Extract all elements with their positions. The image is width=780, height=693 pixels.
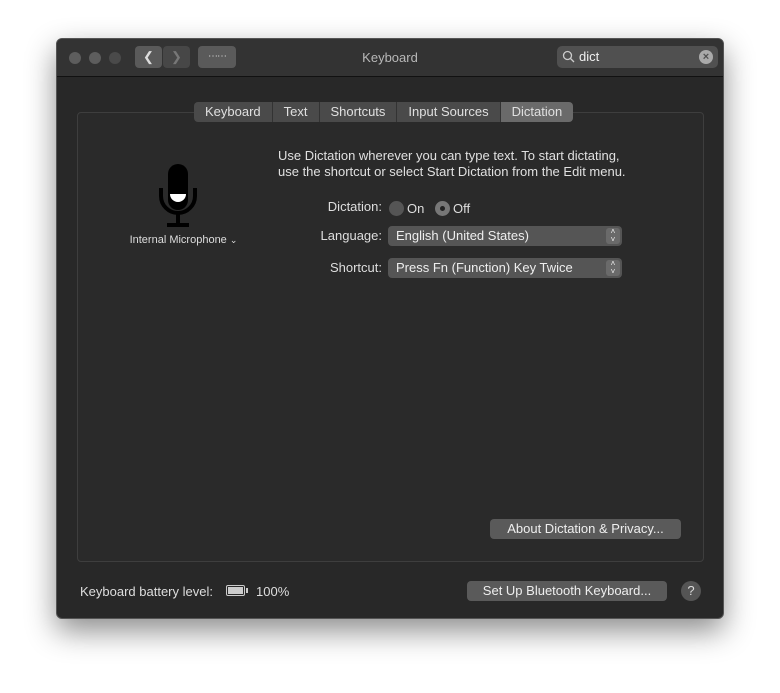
about-dictation-button[interactable]: About Dictation & Privacy... — [490, 519, 681, 539]
language-popup[interactable]: English (United States) ˄ ˅ — [388, 226, 622, 246]
tab-dictation[interactable]: Dictation — [500, 102, 574, 122]
dictation-label: Dictation: — [327, 199, 382, 214]
description-line: Use Dictation wherever you can type text… — [278, 148, 620, 163]
tab-input-sources[interactable]: Input Sources — [397, 102, 501, 122]
tab-bar: Keyboard Text Shortcuts Input Sources Di… — [194, 102, 574, 122]
radio-on[interactable] — [389, 201, 404, 216]
chevron-down-icon: ⌄ — [229, 235, 238, 245]
radio-on-label[interactable]: On — [407, 201, 424, 216]
description-line: use the shortcut or select Start Dictati… — [278, 164, 626, 179]
microphone-icon — [159, 164, 197, 227]
tab-keyboard[interactable]: Keyboard — [194, 102, 273, 122]
tab-shortcuts[interactable]: Shortcuts — [319, 102, 398, 122]
language-value: English (United States) — [396, 228, 529, 243]
battery-value: 100% — [256, 584, 290, 599]
language-label: Language: — [320, 228, 382, 243]
shortcut-popup[interactable]: Press Fn (Function) Key Twice ˄ ˅ — [388, 258, 622, 278]
battery-tip — [246, 588, 248, 593]
tab-text[interactable]: Text — [272, 102, 320, 122]
shortcut-value: Press Fn (Function) Key Twice — [396, 260, 573, 275]
radio-off-label[interactable]: Off — [453, 201, 470, 216]
dictation-description: Use Dictation wherever you can type text… — [278, 148, 626, 180]
updown-arrows-icon: ˄ ˅ — [606, 228, 620, 244]
shortcut-label: Shortcut: — [329, 260, 382, 275]
battery-icon — [226, 585, 245, 596]
clear-search-icon[interactable]: × — [699, 50, 713, 64]
updown-arrows-icon: ˄ ˅ — [606, 260, 620, 276]
preferences-window: ❮ ❯ ⋯⋯ Keyboard dict × Keyboard Text Sho… — [56, 38, 724, 619]
search-icon — [562, 50, 575, 63]
microphone-selector[interactable]: Internal Microphone ⌄ — [117, 234, 250, 246]
search-field[interactable]: dict × — [557, 46, 718, 68]
title-bar: ❮ ❯ ⋯⋯ Keyboard dict × — [57, 39, 723, 77]
radio-off[interactable] — [435, 201, 450, 216]
setup-bluetooth-keyboard-button[interactable]: Set Up Bluetooth Keyboard... — [467, 581, 667, 601]
help-button[interactable]: ? — [681, 581, 701, 601]
search-input[interactable]: dict — [579, 49, 599, 64]
battery-label: Keyboard battery level: — [80, 584, 213, 599]
microphone-label: Internal Microphone — [129, 234, 227, 246]
